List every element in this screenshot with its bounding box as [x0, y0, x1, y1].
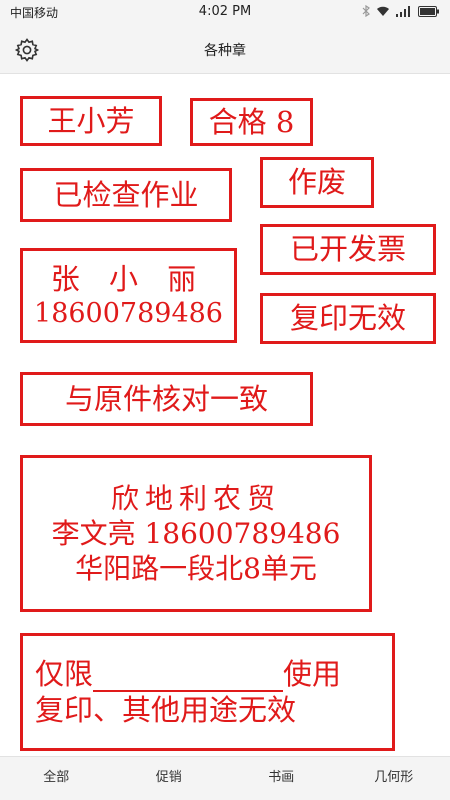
status-bar: 中国移动 4:02 PM [0, 0, 450, 24]
battery-icon [418, 5, 440, 20]
stamp-text: 与原件核对一致 [64, 381, 268, 416]
status-icons [362, 4, 440, 20]
stamp-text: 复印无效 [289, 301, 406, 336]
stamp-text: 合格 8 [208, 104, 295, 139]
stamp-restricted-line1: 仅限 使用 [35, 656, 341, 692]
bottom-nav: 全部 促销 书画 几何形 [0, 756, 450, 800]
stamp-text: 作废 [287, 165, 346, 200]
signal-icon [396, 5, 412, 20]
page-title: 各种章 [204, 43, 246, 59]
tab-geometric[interactable]: 几何形 [338, 757, 450, 800]
stamp-homework-checked[interactable]: 已检查作业 [20, 168, 232, 222]
blank-fill-line [93, 668, 284, 692]
tab-promotion[interactable]: 促销 [113, 757, 226, 800]
stamp-company[interactable]: 欣地利农贸 李文亮 18600789486 华阳路一段北8单元 [20, 455, 372, 612]
stamp-company-name: 欣地利农贸 [110, 482, 281, 515]
stamp-contact[interactable]: 张 小 丽 18600789486 [20, 248, 237, 343]
tab-all[interactable]: 全部 [0, 757, 113, 800]
stamp-matches-original[interactable]: 与原件核对一致 [20, 372, 313, 426]
stamp-company-contact: 李文亮 18600789486 [51, 517, 341, 550]
stamp-contact-name: 张 小 丽 [50, 261, 207, 296]
stamp-qualified[interactable]: 合格 8 [190, 98, 313, 146]
stamp-company-address: 华阳路一段北8单元 [75, 552, 317, 585]
stamp-restricted-use[interactable]: 仅限 使用 复印、其他用途无效 [20, 633, 395, 751]
stamp-text: 已检查作业 [53, 177, 199, 212]
tab-calligraphy[interactable]: 书画 [225, 757, 338, 800]
stamp-void[interactable]: 作废 [260, 157, 374, 208]
stamp-name[interactable]: 王小芳 [20, 96, 162, 146]
wifi-icon [376, 6, 390, 20]
stamp-contact-phone: 18600789486 [34, 297, 223, 329]
stamp-restricted-prefix: 仅限 [35, 656, 94, 691]
stamp-text: 王小芳 [47, 103, 135, 138]
app-header: 各种章 [0, 24, 450, 74]
stamp-restricted-suffix: 使用 [283, 656, 342, 691]
stamp-text: 已开发票 [289, 232, 406, 267]
stamp-invoiced[interactable]: 已开发票 [260, 224, 436, 275]
stamp-copy-invalid[interactable]: 复印无效 [260, 293, 436, 344]
bluetooth-icon [362, 4, 370, 20]
stamp-restricted-line2: 复印、其他用途无效 [35, 693, 297, 727]
